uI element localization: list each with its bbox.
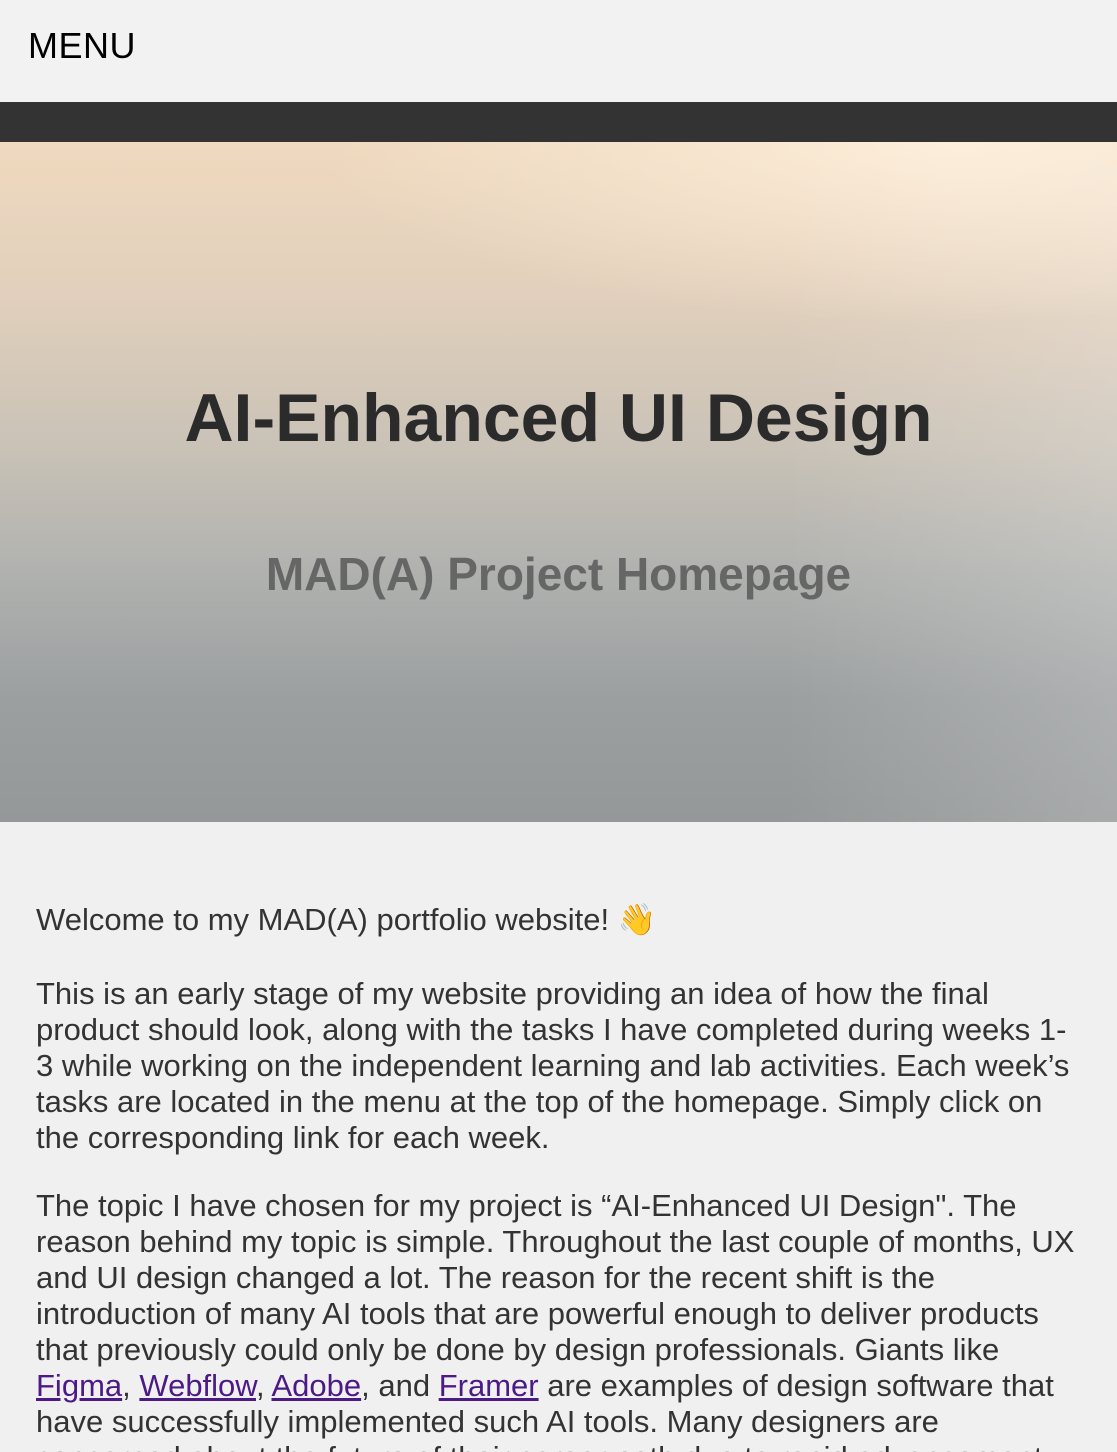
intro-paragraph: This is an early stage of my website pro… xyxy=(36,976,1070,1155)
hero-banner: AI-Enhanced UI Design MAD(A) Project Hom… xyxy=(0,142,1117,822)
menu-button[interactable]: MENU xyxy=(28,26,136,66)
top-bar: MENU xyxy=(0,0,1117,102)
adobe-link[interactable]: Adobe xyxy=(272,1368,362,1403)
page-subtitle: MAD(A) Project Homepage xyxy=(265,548,852,600)
topic-paragraph: The topic I have chosen for my project i… xyxy=(36,1188,1081,1452)
page-title: AI-Enhanced UI Design xyxy=(184,380,933,456)
welcome-text: Welcome to my MAD(A) portfolio website! xyxy=(36,902,610,937)
webflow-link[interactable]: Webflow xyxy=(139,1368,256,1403)
main-content: Welcome to my MAD(A) portfolio website! … xyxy=(0,822,1117,1452)
separator-comma-2: , xyxy=(255,1368,272,1403)
separator-comma-1: , xyxy=(122,1368,140,1403)
figma-link[interactable]: Figma xyxy=(36,1368,122,1403)
separator-and: , and xyxy=(361,1368,439,1403)
welcome-line: Welcome to my MAD(A) portfolio website! … xyxy=(36,902,1081,938)
waving-hand-icon: 👋 xyxy=(617,902,657,938)
nav-divider-bar xyxy=(0,102,1117,142)
framer-link[interactable]: Framer xyxy=(439,1368,539,1403)
topic-paragraph-intro: The topic I have chosen for my project i… xyxy=(36,1188,1075,1367)
